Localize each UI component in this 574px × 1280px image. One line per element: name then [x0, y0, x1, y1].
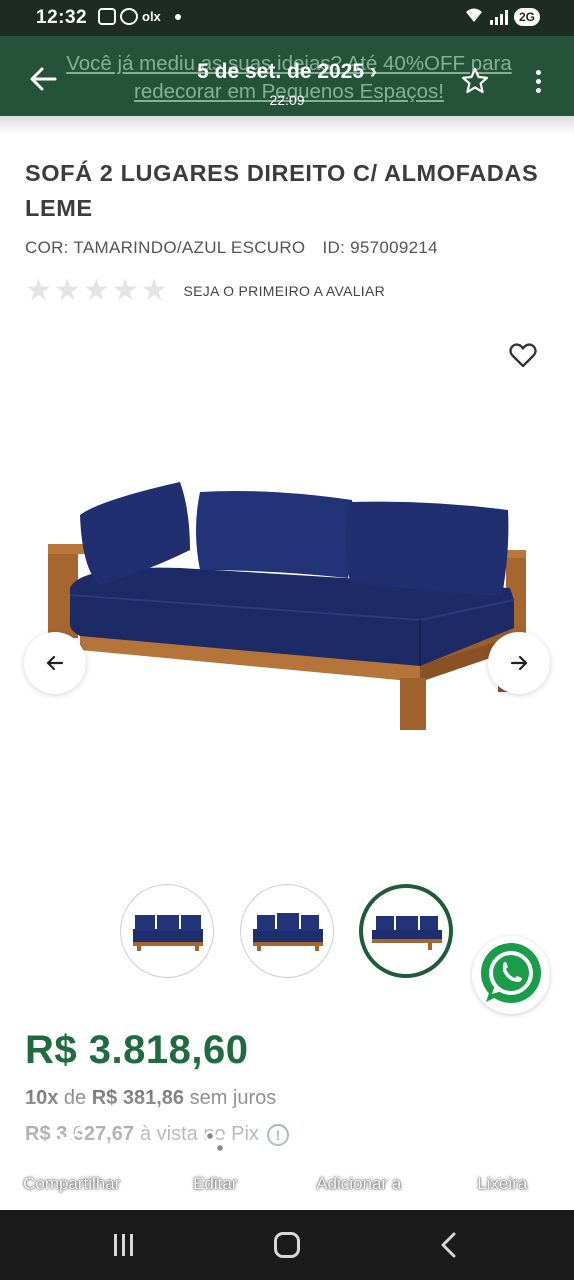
thumbnail-1[interactable]	[120, 884, 214, 978]
notification-icons: olx	[98, 8, 181, 25]
product-price: R$ 3.818,60	[25, 1028, 249, 1072]
installments-count: 10x	[25, 1087, 59, 1109]
thumbnail-image	[253, 913, 323, 951]
thumbnail-3[interactable]	[359, 884, 453, 978]
star-icon: ★	[25, 274, 52, 307]
status-time: 12:32	[36, 7, 88, 28]
next-image-button[interactable]	[488, 632, 550, 694]
whatsapp-icon	[481, 943, 541, 1003]
share-label: Compartilhar	[23, 1174, 121, 1193]
thumbnail-image	[372, 916, 442, 950]
star-icon: ★	[140, 274, 168, 307]
product-rating[interactable]: ★ ★ ★ ★ ★ SEJA O PRIMEIRO A AVALIAR	[25, 276, 385, 306]
whatsapp-button[interactable]	[472, 936, 550, 1014]
plus-icon	[345, 1128, 373, 1156]
header-shadow	[0, 116, 574, 134]
previous-image-button[interactable]	[24, 632, 86, 694]
product-title: SOFÁ 2 LUGARES DIREITO C/ ALMOFADAS LEME	[25, 160, 539, 221]
arrow-left-icon	[46, 655, 64, 671]
back-arrow-icon[interactable]	[28, 64, 58, 94]
rating-stars: ★ ★ ★ ★ ★	[25, 276, 168, 306]
product-id: ID: 957009214	[322, 238, 438, 257]
whatsapp-notification-icon	[120, 8, 138, 25]
star-icon: ★	[53, 274, 81, 307]
product-meta: COR: TAMARINDO/AZUL ESCURO ID: 957009214	[25, 238, 438, 258]
arrow-right-icon	[510, 655, 528, 671]
trash-label: Lixeira	[477, 1174, 528, 1193]
gallery-notification-icon	[98, 8, 116, 25]
edit-button[interactable]: Editar	[144, 1124, 288, 1210]
trash-button[interactable]: Lixeira	[431, 1124, 574, 1210]
add-to-button[interactable]: Adicionar a	[287, 1124, 431, 1210]
more-options-icon[interactable]	[532, 70, 544, 96]
share-button[interactable]: Compartilhar	[0, 1124, 144, 1210]
wishlist-heart-icon[interactable]	[508, 340, 538, 370]
thumbnail-image	[133, 915, 203, 951]
network-badge: 2G	[513, 8, 540, 26]
system-navigation-bar	[0, 1210, 574, 1280]
status-bar: 12:32 olx 2G	[0, 0, 574, 36]
star-icon: ★	[82, 274, 110, 307]
recent-apps-icon[interactable]	[114, 1234, 133, 1256]
olx-notification-icon: olx	[142, 9, 161, 24]
system-back-icon[interactable]	[436, 1232, 462, 1258]
installments-info: 10x de R$ 381,86 sem juros	[25, 1087, 276, 1110]
edit-label: Editar	[193, 1174, 238, 1193]
status-right: 2G	[464, 7, 540, 27]
signal-icon	[489, 9, 508, 25]
installments-suffix: sem juros	[184, 1087, 277, 1109]
product-image	[48, 482, 526, 730]
installments-connector: de	[58, 1087, 92, 1109]
favorite-star-icon[interactable]	[460, 66, 490, 96]
wifi-icon	[464, 7, 484, 27]
edit-sliders-icon	[203, 1130, 228, 1154]
installments-amount: R$ 381,86	[91, 1087, 185, 1109]
add-to-label: Adicionar a	[316, 1174, 402, 1193]
rating-link[interactable]: SEJA O PRIMEIRO A AVALIAR	[184, 283, 386, 299]
gallery-action-bar: Compartilhar Editar Adicionar a Lixeira	[0, 1124, 574, 1210]
share-icon	[58, 1126, 85, 1158]
trash-icon	[492, 1128, 513, 1157]
more-notifications-icon	[174, 13, 181, 20]
star-icon: ★	[111, 274, 139, 307]
home-icon[interactable]	[274, 1232, 300, 1258]
thumbnail-2[interactable]	[240, 884, 334, 978]
product-color: COR: TAMARINDO/AZUL ESCURO	[25, 238, 306, 257]
